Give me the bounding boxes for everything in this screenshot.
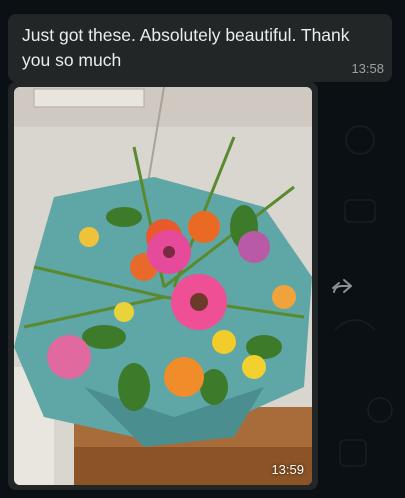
flower-bouquet-photo[interactable]: 13:59 — [14, 87, 312, 485]
message-timestamp: 13:58 — [351, 61, 384, 76]
incoming-text-message[interactable]: Just got these. Absolutely beautiful. Th… — [8, 14, 392, 82]
message-text: Just got these. Absolutely beautiful. Th… — [22, 25, 350, 70]
forward-arrow-icon — [331, 278, 353, 299]
forward-button[interactable] — [327, 273, 357, 303]
image-timestamp: 13:59 — [271, 462, 304, 477]
incoming-image-message[interactable]: 13:59 — [8, 82, 318, 490]
